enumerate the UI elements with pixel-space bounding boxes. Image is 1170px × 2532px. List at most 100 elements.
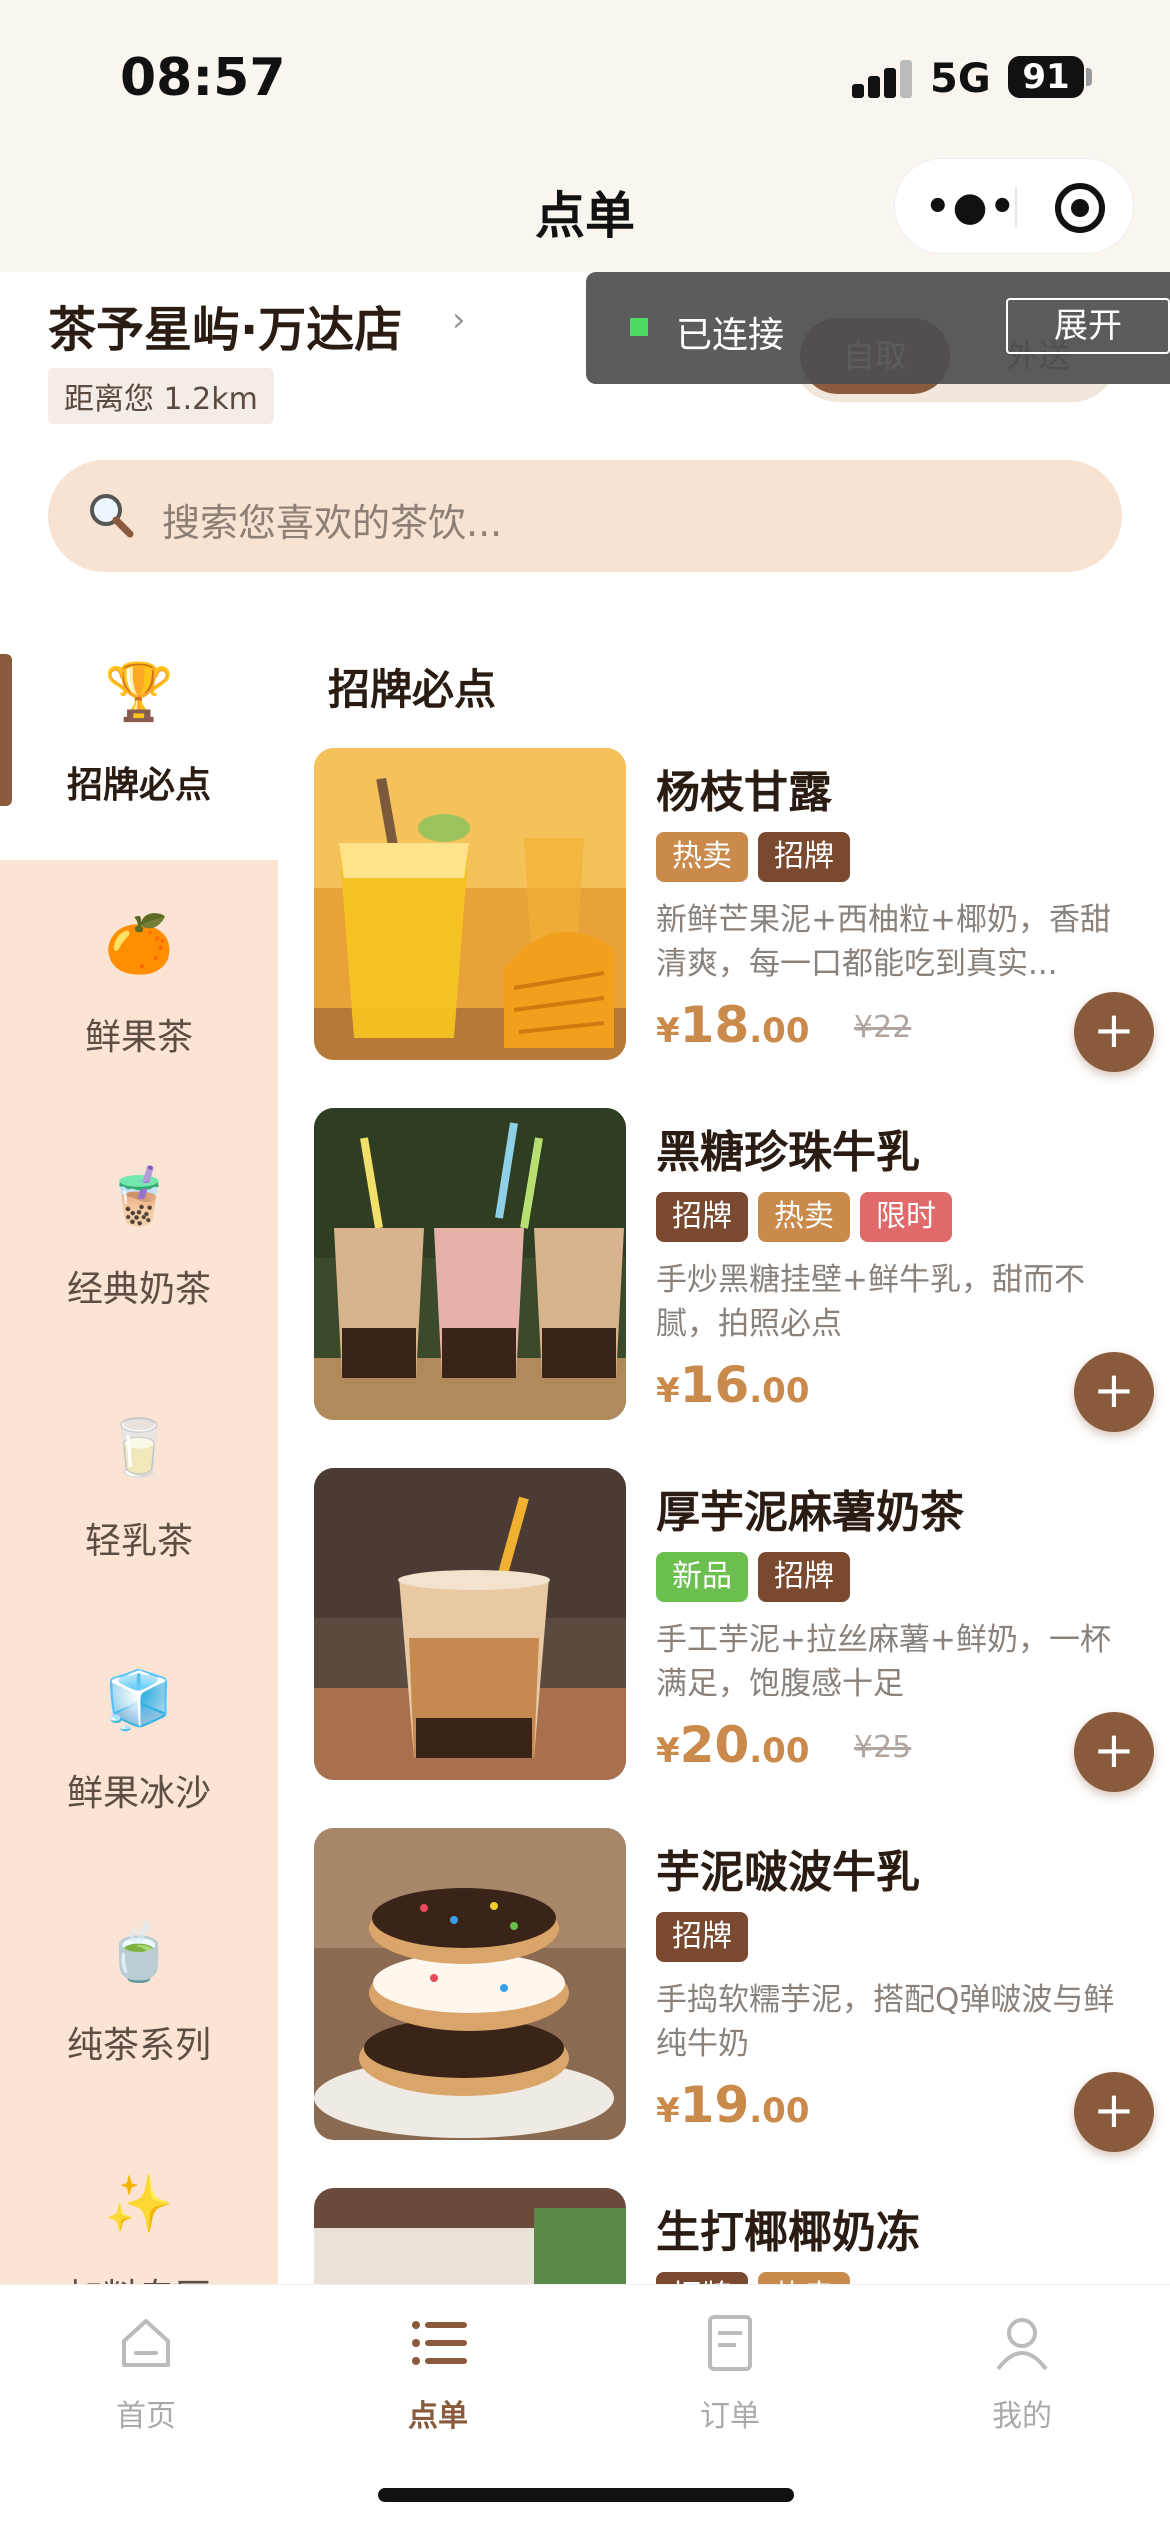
product-image[interactable] <box>314 1828 626 2140</box>
search-input[interactable]: 搜索您喜欢的茶饮... <box>48 460 1122 572</box>
product-price: ¥18.00 <box>656 996 810 1054</box>
sparkles-icon: ✨ <box>104 2172 174 2237</box>
search-icon <box>90 494 134 538</box>
tab-home[interactable]: 首页 <box>0 2305 292 2435</box>
battery-icon: 91 <box>1008 56 1084 98</box>
milk-glass-icon: 🥛 <box>104 1416 174 1481</box>
product-description: 手炒黑糖挂壁+鲜牛乳，甜而不腻，拍照必点 <box>656 1262 1085 1342</box>
add-to-cart-button[interactable]: + <box>1074 2072 1154 2152</box>
product-tags: 招牌 <box>656 1912 758 1962</box>
home-icon <box>122 2319 170 2367</box>
tag-signature: 招牌 <box>656 2272 748 2284</box>
tab-orders[interactable]: 订单 <box>584 2305 876 2435</box>
search-placeholder: 搜索您喜欢的茶饮... <box>162 501 503 545</box>
orange-icon: 🍊 <box>104 912 174 977</box>
status-time: 08:57 <box>120 48 286 108</box>
product-image[interactable] <box>314 1108 626 1420</box>
tag-signature: 招牌 <box>656 1192 748 1242</box>
tag-new: 新品 <box>656 1552 748 1602</box>
add-to-cart-button[interactable]: + <box>1074 992 1154 1072</box>
sidebar-item-signature[interactable]: 🏆 招牌必点 <box>0 608 278 860</box>
profile-icon <box>996 2318 1048 2371</box>
connected-indicator-icon <box>630 318 648 336</box>
capsule-divider <box>1015 187 1017 227</box>
signal-icon <box>852 58 916 98</box>
sidebar-item-label: 轻乳茶 <box>84 1521 193 1562</box>
sidebar-item-label: 经典奶茶 <box>66 1269 211 1310</box>
order-icon <box>708 2315 752 2371</box>
tab-label: 首页 <box>116 2399 176 2434</box>
add-to-cart-button[interactable]: + <box>1074 1352 1154 1432</box>
list-icon <box>412 2321 467 2365</box>
connection-status: 已连接 <box>676 315 785 356</box>
tag-signature: 招牌 <box>758 1552 850 1602</box>
tag-hot: 热卖 <box>758 1192 850 1242</box>
tab-order[interactable]: 点单 <box>292 2305 584 2435</box>
original-price: ¥25 <box>854 1730 912 1765</box>
category-sidebar: 🏆 招牌必点 🍊 鲜果茶 🧋 经典奶茶 🥛 轻乳茶 🧊 鲜果冰沙 🍵 纯茶系列 … <box>0 608 278 2284</box>
product-card[interactable]: 黑糖珍珠牛乳 招牌 热卖 限时 手炒黑糖挂壁+鲜牛乳，甜而不腻，拍照必点 ¥16.0… <box>314 1108 1154 1432</box>
product-name: 生打椰椰奶冻 <box>656 2207 920 2258</box>
product-description: 手捣软糯芋泥，搭配Q弹啵波与鲜纯牛奶 <box>656 1982 1115 2062</box>
tab-label: 我的 <box>992 2399 1052 2434</box>
product-name: 黑糖珍珠牛乳 <box>656 1127 920 1178</box>
sidebar-item-toppings[interactable]: ✨ 加料专区 <box>0 2120 278 2284</box>
more-icon[interactable]: •●• <box>925 187 1017 227</box>
product-card[interactable]: 生打椰椰奶冻 招牌热卖 <box>314 2188 1154 2284</box>
product-price: ¥16.00 <box>656 1356 810 1414</box>
product-tags: 招牌热卖 <box>656 2272 860 2284</box>
tag-signature: 招牌 <box>758 832 850 882</box>
add-to-cart-button[interactable]: + <box>1074 1712 1154 1792</box>
product-description: 手工芋泥+拉丝麻薯+鲜奶，一杯满足，饱腹感十足 <box>656 1622 1111 1702</box>
section-title: 招牌必点 <box>328 665 497 714</box>
distance-badge: 距离您 1.2km <box>48 368 274 424</box>
mini-program-capsule: •●• <box>894 158 1134 254</box>
tea-cup-icon: 🍵 <box>104 1920 174 1985</box>
sidebar-item-label: 鲜果冰沙 <box>66 1773 211 1814</box>
original-price: ¥22 <box>854 1010 912 1045</box>
sidebar-item-label: 加料专区 <box>0 2268 278 2284</box>
product-list: 招牌必点 杨枝甘露 热卖 招牌 新鲜芒果泥+西柚粒+椰奶，香甜清爽，每一口都能吃到… <box>278 608 1170 2284</box>
sidebar-item-label: 鲜果茶 <box>84 1017 193 1058</box>
expand-button[interactable]: 展开 <box>1006 298 1170 354</box>
bubble-tea-icon: 🧋 <box>104 1164 174 1229</box>
close-mini-program-icon[interactable] <box>1055 183 1105 233</box>
tag-signature: 招牌 <box>656 1912 748 1962</box>
store-name[interactable]: 茶予星屿·万达店 <box>48 290 402 360</box>
product-image[interactable] <box>314 1468 626 1780</box>
product-description: 新鲜芒果泥+西柚粒+椰奶，香甜清爽，每一口都能吃到真实... <box>656 902 1111 982</box>
connection-overlay: 已连接 展开 <box>586 272 1170 384</box>
sidebar-item-pure-tea[interactable]: 🍵 纯茶系列 <box>0 1868 278 2120</box>
tag-hot: 热卖 <box>758 2272 850 2284</box>
chevron-right-icon[interactable]: › <box>452 300 466 340</box>
product-name: 杨枝甘露 <box>656 767 832 818</box>
product-image[interactable] <box>314 2188 626 2284</box>
sidebar-item-fruit-tea[interactable]: 🍊 鲜果茶 <box>0 860 278 1112</box>
sidebar-item-smoothie[interactable]: 🧊 鲜果冰沙 <box>0 1616 278 1868</box>
product-tags: 热卖 招牌 <box>656 832 860 882</box>
product-card[interactable]: 芋泥啵波牛乳 招牌 手捣软糯芋泥，搭配Q弹啵波与鲜纯牛奶 ¥19.00 + <box>314 1828 1154 2152</box>
sidebar-item-label: 纯茶系列 <box>66 2025 211 2066</box>
product-name: 芋泥啵波牛乳 <box>656 1847 920 1898</box>
tab-label: 点单 <box>408 2399 468 2434</box>
network-type: 5G <box>930 56 991 102</box>
battery-nub <box>1086 68 1092 86</box>
ice-cube-icon: 🧊 <box>104 1668 174 1733</box>
product-name: 厚芋泥麻薯奶茶 <box>656 1487 964 1538</box>
product-image[interactable] <box>314 748 626 1060</box>
sidebar-item-light-milk-tea[interactable]: 🥛 轻乳茶 <box>0 1364 278 1616</box>
home-indicator <box>378 2488 794 2502</box>
product-card[interactable]: 杨枝甘露 热卖 招牌 新鲜芒果泥+西柚粒+椰奶，香甜清爽，每一口都能吃到真实...… <box>314 748 1154 1072</box>
product-price: ¥20.00 <box>656 1716 810 1774</box>
tag-hot: 热卖 <box>656 832 748 882</box>
tag-limited: 限时 <box>860 1192 952 1242</box>
status-bar: 08:57 5G 91 <box>0 0 1170 150</box>
tab-profile[interactable]: 我的 <box>876 2305 1168 2435</box>
product-card[interactable]: 厚芋泥麻薯奶茶 新品 招牌 手工芋泥+拉丝麻薯+鲜奶，一杯满足，饱腹感十足 ¥20… <box>314 1468 1154 1792</box>
tab-label: 订单 <box>700 2399 760 2434</box>
product-tags: 招牌 热卖 限时 <box>656 1192 962 1242</box>
product-price: ¥19.00 <box>656 2076 810 2134</box>
trophy-icon: 🏆 <box>104 660 174 725</box>
sidebar-item-milk-tea[interactable]: 🧋 经典奶茶 <box>0 1112 278 1364</box>
sidebar-item-label: 招牌必点 <box>66 765 211 806</box>
